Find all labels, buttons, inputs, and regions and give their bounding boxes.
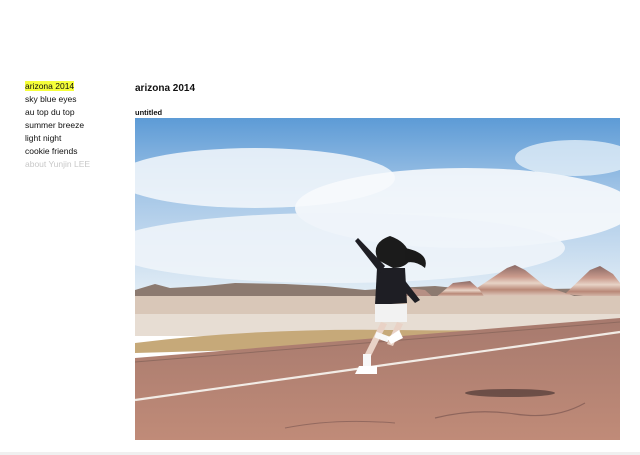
- sidebar-item-summer-breeze[interactable]: summer breeze: [25, 119, 125, 132]
- sidebar-item-arizona-2014[interactable]: arizona 2014: [25, 80, 125, 93]
- sidebar-item-label: summer breeze: [25, 120, 85, 130]
- sidebar-item-label: sky blue eyes: [25, 94, 77, 104]
- photo: [135, 118, 620, 440]
- sidebar-item-light-night[interactable]: light night: [25, 132, 125, 145]
- sidebar-item-label: au top du top: [25, 107, 75, 117]
- sidebar-item-label: cookie friends: [25, 146, 78, 156]
- sidebar-item-cookie-friends[interactable]: cookie friends: [25, 145, 125, 158]
- sidebar-item-label: arizona 2014: [25, 81, 75, 91]
- sidebar-item-label: about Yunjin LEE: [25, 159, 91, 169]
- sidebar-item-au-top-du-top[interactable]: au top du top: [25, 106, 125, 119]
- sidebar-nav: arizona 2014 sky blue eyes au top du top…: [25, 80, 125, 171]
- sidebar-item-about[interactable]: about Yunjin LEE: [25, 158, 125, 171]
- sidebar-item-sky-blue-eyes[interactable]: sky blue eyes: [25, 93, 125, 106]
- sidebar-item-label: light night: [25, 133, 62, 143]
- page-title: arizona 2014: [135, 83, 196, 94]
- photo-caption: untitled: [135, 108, 163, 117]
